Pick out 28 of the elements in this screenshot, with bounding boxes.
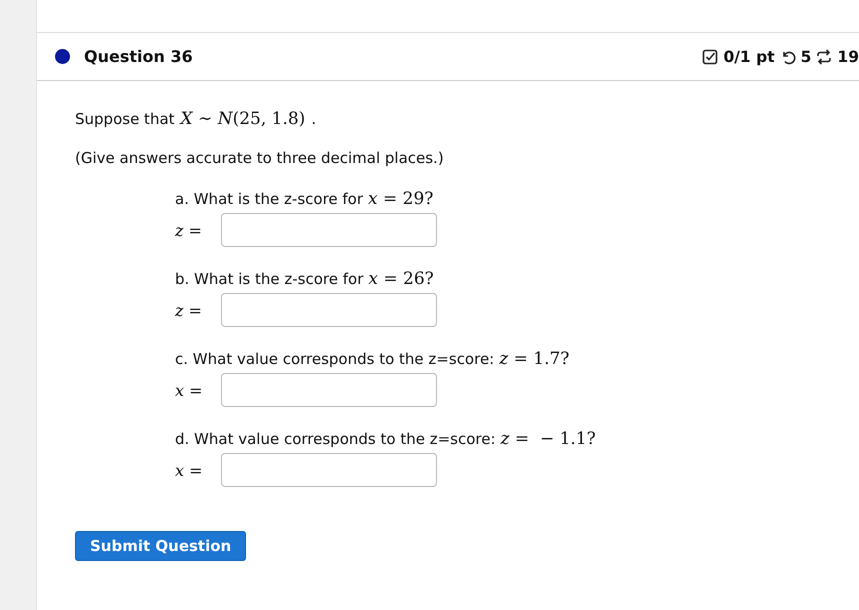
- part-formula: x = 29?: [368, 189, 434, 209]
- part-formula: x = 26?: [368, 269, 434, 289]
- part-formula: z = 1.7?: [499, 349, 570, 369]
- part-question: b. What is the z-score for: [175, 270, 364, 288]
- instructions-text: (Give answers accurate to three decimal places.): [75, 149, 445, 167]
- attempts-count: 19: [837, 48, 859, 66]
- retries-count: 5: [800, 48, 812, 66]
- variable-label: x =: [175, 380, 204, 400]
- part-question: d. What value corresponds to the z=score:: [175, 430, 496, 448]
- score-text: 0/1 pt: [723, 48, 775, 66]
- submit-button[interactable]: Submit Question: [75, 531, 246, 561]
- variable-label: z =: [175, 300, 203, 320]
- variable-label: x =: [175, 460, 204, 480]
- distribution-formula: X ∼ N(25, 1.8): [180, 109, 306, 129]
- answer-field[interactable]: [221, 373, 437, 407]
- answer-field[interactable]: [221, 453, 437, 487]
- period-text: .: [311, 110, 316, 128]
- intro-text: Suppose that: [75, 110, 175, 128]
- part-question: c. What value corresponds to the z=score:: [175, 350, 494, 368]
- answer-field[interactable]: [221, 293, 437, 327]
- answer-field[interactable]: [221, 213, 437, 247]
- variable-label: z =: [175, 220, 203, 240]
- question-title: Question 36: [84, 47, 193, 66]
- checkbox-icon: [702, 48, 718, 64]
- repeat-icon: [816, 48, 832, 64]
- part-question: a. What is the z-score for: [175, 190, 364, 208]
- part-formula: z = − 1.1?: [500, 429, 596, 449]
- status-dot: [55, 49, 70, 64]
